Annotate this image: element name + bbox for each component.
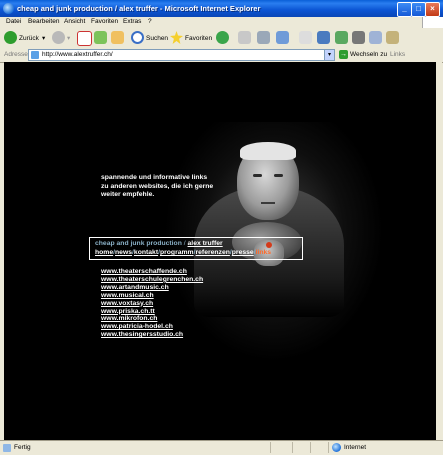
address-bar: Adresse http://www.alextruffer.ch/ ▾ → W…: [0, 48, 443, 63]
author-link[interactable]: alex truffer: [188, 240, 223, 247]
back-label[interactable]: Zurück: [19, 35, 39, 42]
stop-icon[interactable]: [77, 31, 92, 46]
internet-zone-icon: [332, 443, 341, 452]
status-divider: [328, 442, 329, 453]
person-eye-left: [253, 174, 262, 177]
menu-help[interactable]: ?: [148, 18, 152, 25]
mail-icon[interactable]: [238, 31, 251, 44]
status-divider: [270, 442, 271, 453]
favorites-label[interactable]: Favoriten: [185, 35, 212, 42]
favorites-star-icon[interactable]: [170, 31, 183, 44]
menu-extras[interactable]: Extras: [123, 18, 141, 25]
external-link[interactable]: www.priska.ch.tt: [101, 308, 203, 316]
menu-ansicht[interactable]: Ansicht: [64, 18, 85, 25]
search-label[interactable]: Suchen: [146, 35, 168, 42]
intro-line: weiter empfehle.: [101, 191, 155, 198]
go-button[interactable]: Wechseln zu: [350, 51, 387, 58]
nav-home-link[interactable]: home: [95, 249, 113, 256]
search-icon[interactable]: [131, 31, 144, 44]
maximize-button[interactable]: □: [411, 2, 426, 17]
windows-logo-icon: [422, 17, 443, 28]
menu-bearbeiten[interactable]: Bearbeiten: [28, 18, 59, 25]
nav-links-link-active[interactable]: links: [256, 249, 272, 256]
minimize-button[interactable]: _: [397, 2, 412, 17]
person-hair: [240, 142, 296, 160]
history-icon[interactable]: [216, 31, 229, 44]
external-link[interactable]: www.artandmusic.ch: [101, 284, 203, 292]
intro-line: spannende und informative links: [101, 174, 208, 181]
external-link[interactable]: www.theaterschulegrenchen.ch: [101, 276, 203, 284]
external-link[interactable]: www.musical.ch: [101, 292, 203, 300]
back-dropdown-icon[interactable]: ▾: [42, 34, 45, 42]
nav-news-link[interactable]: news: [115, 249, 132, 256]
security-zone: Internet: [344, 444, 367, 451]
messenger-icon[interactable]: [335, 31, 348, 44]
intro-text: spannende und informative links zu ander…: [101, 174, 251, 200]
address-label: Adresse: [4, 51, 28, 58]
person-eye-right: [274, 174, 283, 177]
discuss-icon[interactable]: [299, 31, 312, 44]
refresh-icon[interactable]: [94, 31, 107, 44]
external-link[interactable]: www.patricia-hodel.ch: [101, 323, 203, 331]
window-title: cheap and junk production / alex truffer…: [17, 4, 261, 13]
copy-icon[interactable]: [369, 31, 382, 44]
links-toolbar-label[interactable]: Links: [390, 51, 405, 58]
external-link[interactable]: www.voxtasy.ch: [101, 300, 203, 308]
site-navigation-box: cheap and junk production / alex truffer…: [89, 237, 303, 260]
header-separator: /: [183, 240, 186, 247]
status-divider: [310, 442, 311, 453]
page-content: spannende und informative links zu ander…: [4, 62, 436, 440]
nav-links: home/news/kontakt/programm/referenzen/pr…: [95, 249, 271, 256]
edit-icon[interactable]: [276, 31, 289, 44]
print-icon[interactable]: [257, 31, 270, 44]
external-link[interactable]: www.thesingersstudio.ch: [101, 331, 203, 339]
home-icon[interactable]: [111, 31, 124, 44]
forward-icon[interactable]: [52, 31, 65, 44]
internet-explorer-icon: [3, 3, 14, 14]
status-divider: [292, 442, 293, 453]
external-link-list: www.theaterschaffende.ch www.theaterschu…: [101, 268, 203, 339]
address-dropdown-icon[interactable]: ▾: [324, 50, 334, 60]
forward-dropdown-icon[interactable]: ▾: [67, 34, 70, 42]
status-bar: Fertig Internet: [0, 440, 443, 455]
site-header: cheap and junk production / alex truffer: [95, 240, 223, 247]
title-bar: cheap and junk production / alex truffer…: [0, 0, 443, 17]
nav-referenzen-link[interactable]: referenzen: [196, 249, 230, 256]
cut-icon[interactable]: [352, 31, 365, 44]
research-icon[interactable]: [317, 31, 330, 44]
nav-kontakt-link[interactable]: kontakt: [134, 249, 158, 256]
external-link[interactable]: www.theaterschaffende.ch: [101, 268, 203, 276]
vertical-scrollbar[interactable]: [436, 62, 442, 440]
page-status-icon: [3, 444, 11, 452]
status-text: Fertig: [14, 444, 31, 451]
address-input[interactable]: http://www.alextruffer.ch/ ▾: [28, 49, 335, 61]
nav-programm-link[interactable]: programm: [160, 249, 194, 256]
address-url[interactable]: http://www.alextruffer.ch/: [42, 51, 113, 58]
menu-datei[interactable]: Datei: [6, 18, 21, 25]
external-link[interactable]: www.mikrofon.ch: [101, 315, 203, 323]
paste-icon[interactable]: [386, 31, 399, 44]
close-button[interactable]: ×: [425, 2, 440, 17]
production-name: cheap and junk production: [95, 240, 182, 247]
back-icon[interactable]: [4, 31, 17, 44]
page-icon: [31, 51, 39, 59]
intro-line: zu anderen websites, die ich gerne: [101, 182, 214, 190]
toolbar: Zurück ▾ ▾ Suchen Favoriten: [0, 28, 443, 49]
menu-favoriten[interactable]: Favoriten: [91, 18, 118, 25]
person-mouth: [261, 202, 275, 204]
nav-presse-link[interactable]: presse: [232, 249, 254, 256]
go-arrow-icon[interactable]: →: [339, 50, 348, 59]
